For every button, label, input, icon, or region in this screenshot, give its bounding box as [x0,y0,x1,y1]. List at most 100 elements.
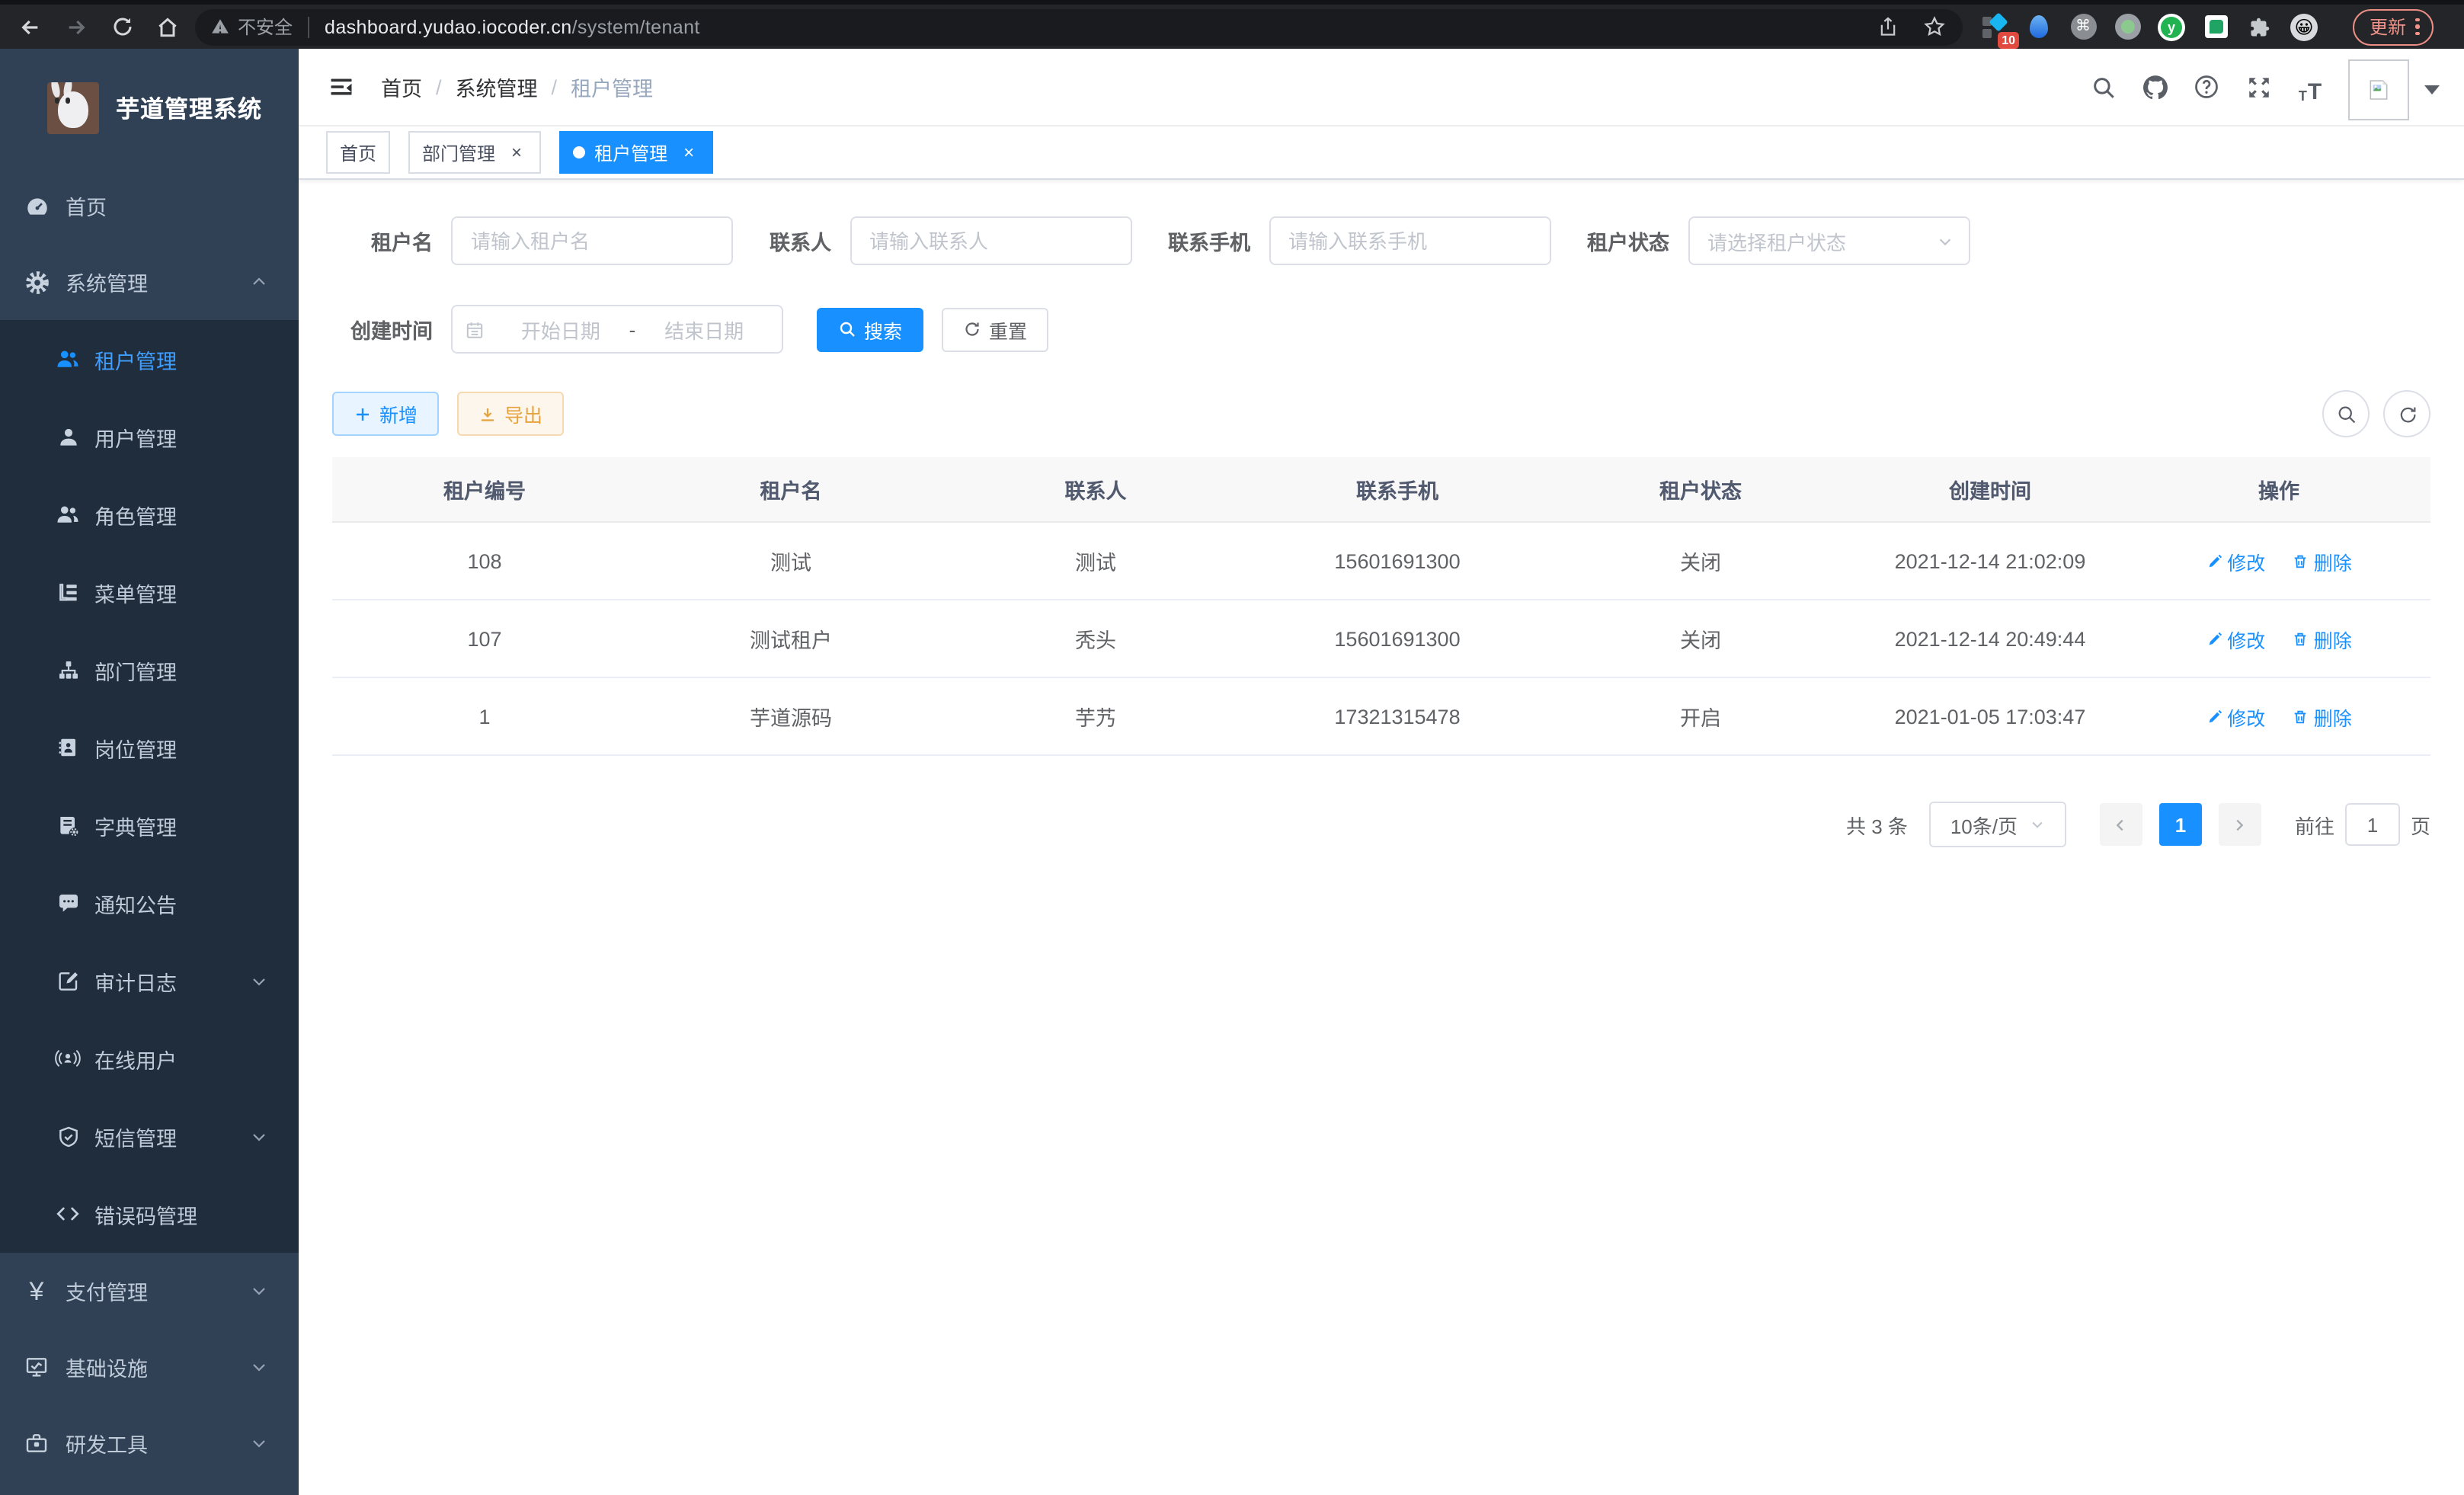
date-range-picker[interactable]: 开始日期 - 结束日期 [451,305,783,354]
next-page-button[interactable] [2219,803,2261,846]
goto-page-input[interactable] [2345,803,2400,846]
add-button[interactable]: 新增 [332,392,439,436]
caret-down-icon[interactable] [2424,85,2440,94]
delete-link[interactable]: 删除 [2293,546,2352,575]
calendar-icon [465,319,485,339]
cell-status: 关闭 [1548,522,1853,600]
sidebar-item-infra[interactable]: 基础设施 [0,1329,299,1405]
sidebar-item-system[interactable]: 系统管理 [0,244,299,320]
extension-record-icon[interactable] [2114,13,2141,40]
page-header: 首页 / 系统管理 / 租户管理 TT [299,49,2464,126]
breadcrumb-system[interactable]: 系统管理 [456,72,538,102]
cell-status: 开启 [1548,677,1853,755]
total-count: 共 3 条 [1846,810,1908,839]
export-button[interactable]: 导出 [457,392,564,436]
home-icon[interactable] [152,11,183,42]
forward-icon[interactable] [61,11,91,42]
sidebar-item-dict[interactable]: 字典管理 [0,786,299,864]
github-icon[interactable] [2138,70,2171,104]
extension-command-icon[interactable]: ⌘ [2069,13,2097,40]
extensions-puzzle-icon[interactable] [2246,13,2274,40]
current-page-button[interactable]: 1 [2159,803,2202,846]
extension-y-icon[interactable]: y [2158,13,2185,40]
create-time-label: 创建时间 [332,314,451,344]
sidebar-item-sms[interactable]: 短信管理 [0,1097,299,1175]
reset-button[interactable]: 重置 [942,307,1048,351]
bookmark-star-icon[interactable] [1920,13,1947,40]
back-icon[interactable] [15,11,46,42]
goto-label: 前往 [2295,810,2334,839]
refresh-icon[interactable] [2383,390,2430,437]
page-url[interactable]: dashboard.yudao.iocoder.cn/system/tenant [325,16,700,37]
edit-link[interactable]: 修改 [2206,624,2265,653]
omnibox-divider [308,16,309,37]
sidebar-item-tenant[interactable]: 租户管理 [0,320,299,398]
tab-tenant[interactable]: 租户管理 × [559,131,713,174]
extension-chat-icon[interactable] [2202,13,2229,40]
security-label: 不安全 [238,14,293,40]
tenant-name-input[interactable] [451,216,733,265]
sidebar-item-menu[interactable]: 菜单管理 [0,553,299,631]
sidebar-item-error-code[interactable]: 错误码管理 [0,1175,299,1253]
status-select[interactable]: 请选择租户状态 [1688,216,1970,265]
tab-home[interactable]: 首页 [326,131,390,174]
breadcrumb: 首页 / 系统管理 / 租户管理 [381,72,653,102]
close-icon[interactable]: × [678,142,699,163]
avatar[interactable] [2348,59,2409,120]
sidebar-item-role[interactable]: 角色管理 [0,475,299,553]
filter-status: 租户状态 请选择租户状态 [1587,216,1970,265]
font-size-icon[interactable]: TT [2293,70,2327,104]
search-icon[interactable] [2086,70,2120,104]
sidebar: 芋道管理系统 首页 系统管理 [0,49,299,1495]
mobile-input[interactable] [1269,216,1550,265]
sidebar-item-dept[interactable]: 部门管理 [0,631,299,709]
contact-label: 联系人 [770,226,850,256]
cell-mobile: 17321315478 [1246,677,1548,755]
delete-link[interactable]: 删除 [2293,624,2352,653]
viewport: 不安全 dashboard.yudao.iocoder.cn/system/te… [0,0,2464,1495]
sidebar-item-online-user[interactable]: 在线用户 [0,1020,299,1097]
sidebar-item-user[interactable]: 用户管理 [0,398,299,475]
search-button[interactable]: 搜索 [817,307,923,351]
page-size-select[interactable]: 10条/页 [1929,802,2066,847]
main-area: 首页 / 系统管理 / 租户管理 TT [299,49,2464,1495]
filter-mobile: 联系手机 [1168,216,1550,265]
tab-dept[interactable]: 部门管理 × [408,131,541,174]
cell-contact: 芋艿 [945,677,1246,755]
edit-link[interactable]: 修改 [2206,702,2265,731]
start-date-placeholder[interactable]: 开始日期 [495,315,626,344]
sidebar-item-post[interactable]: 岗位管理 [0,709,299,786]
sidebar-fold-icon[interactable] [326,72,357,102]
table-row: 1 芋道源码 芋艿 17321315478 开启 2021-01-05 17:0… [332,677,2430,755]
profile-avatar[interactable]: 😀 [2290,13,2318,40]
sidebar-item-home[interactable]: 首页 [0,168,299,244]
sidebar-item-audit-log[interactable]: 审计日志 [0,942,299,1020]
logo-image [47,82,99,134]
search-icon [838,320,856,338]
breadcrumb-home[interactable]: 首页 [381,72,422,102]
sidebar-item-notice[interactable]: 通知公告 [0,864,299,942]
edit-link[interactable]: 修改 [2206,546,2265,575]
chevron-down-icon [1936,232,1953,249]
end-date-placeholder[interactable]: 结束日期 [638,315,770,344]
fullscreen-icon[interactable] [2242,70,2275,104]
contact-input[interactable] [850,216,1131,265]
reload-icon[interactable] [107,11,137,42]
more-menu-icon[interactable] [2415,18,2419,36]
share-icon[interactable] [1874,13,1902,40]
monitor-icon [23,1353,50,1381]
extension-grid-badge-icon[interactable]: 10 [1981,13,2008,40]
help-icon[interactable] [2190,70,2223,104]
sidebar-item-pay[interactable]: ¥ 支付管理 [0,1253,299,1329]
search-toggle-icon[interactable] [2322,390,2370,437]
address-bar[interactable]: 不安全 dashboard.yudao.iocoder.cn/system/te… [195,8,1963,45]
sidebar-item-dev-tools[interactable]: 研发工具 [0,1405,299,1481]
extension-balloon-icon[interactable] [2025,13,2053,40]
close-icon[interactable]: × [506,142,527,163]
security-status[interactable]: 不安全 [210,14,293,40]
prev-page-button[interactable] [2100,803,2142,846]
delete-link[interactable]: 删除 [2293,702,2352,731]
chevron-down-icon [250,1358,268,1376]
update-button[interactable]: 更新 [2353,8,2433,45]
cell-status: 关闭 [1548,600,1853,677]
